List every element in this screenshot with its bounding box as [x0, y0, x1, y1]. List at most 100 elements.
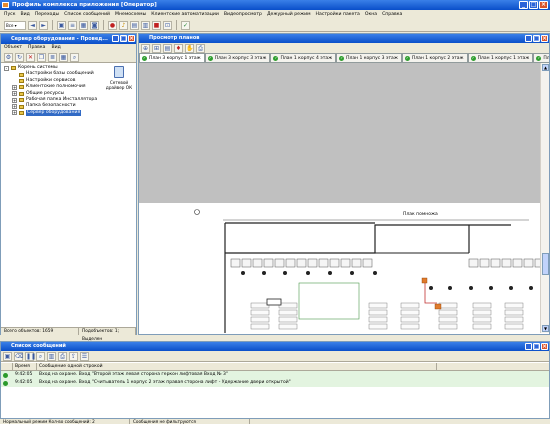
menu-view[interactable]: Вид [51, 44, 60, 52]
message-filter-icon[interactable]: ▣ [3, 351, 12, 361]
folder-icon [19, 104, 24, 109]
message-columns-icon[interactable]: ▥ [47, 351, 56, 361]
back-icon[interactable]: ◄ [28, 20, 37, 30]
menu-item-transitions[interactable]: Переходы [35, 10, 59, 19]
msg-minimize-button[interactable]: _ [525, 343, 532, 350]
menu-item-video[interactable]: Видеопросмотр [224, 10, 262, 19]
plan-desk [438, 309, 458, 316]
tile-icon[interactable]: ▤ [130, 20, 139, 30]
collapse-icon[interactable]: - [4, 65, 9, 71]
sensor-icon [529, 286, 533, 290]
col-message[interactable]: Сообщение одной строкой [37, 363, 437, 370]
server-icon[interactable]: ▣ [57, 20, 66, 30]
close-button[interactable]: × [539, 1, 548, 9]
menu-item-client-auto[interactable]: Клиентские автоматизации [151, 10, 219, 19]
plan-room [490, 258, 501, 268]
tab-plan[interactable]: ✓План 2 [533, 53, 549, 62]
main-title-bar: Профиль комплекса приложения [Оператор] … [0, 0, 550, 10]
col-status[interactable] [1, 363, 13, 370]
sensor-icon [429, 286, 433, 290]
lock-icon[interactable]: ⊡ [163, 20, 172, 30]
menu-item-view[interactable]: Вид [20, 10, 29, 19]
tab-plan[interactable]: ✓ План 1 корпус 3 этаж [336, 53, 402, 62]
plan-desk [368, 323, 388, 330]
message-pause-icon[interactable]: ❚❚ [25, 351, 36, 361]
maximize-button[interactable]: □ [529, 1, 538, 9]
refresh-icon[interactable]: ↻ [15, 52, 24, 62]
list-icon[interactable]: ≡ [68, 20, 77, 30]
panel-minimize-button[interactable]: _ [112, 35, 119, 42]
plan-close-button[interactable]: × [541, 35, 548, 42]
find-icon[interactable]: ⌕ [70, 52, 79, 62]
panel-maximize-button[interactable]: □ [120, 35, 127, 42]
menu-item-windows[interactable]: Окна [365, 10, 377, 19]
panel-close-button[interactable]: × [128, 35, 135, 42]
msg-maximize-button[interactable]: □ [533, 343, 540, 350]
tab-plan[interactable]: ✓ План 3 корпус 1 этаж [139, 53, 205, 62]
floor-plan-canvas[interactable]: Плак помножа [139, 63, 540, 333]
table-row[interactable]: 9:42:05 Вход на охране. Вход "Считыватель… [1, 379, 549, 387]
scroll-thumb[interactable] [542, 253, 549, 275]
menu-item-start[interactable]: Пуск [4, 10, 15, 19]
minimize-button[interactable]: _ [519, 1, 528, 9]
table-row[interactable]: 9:42:05 Вход на охране. Вход "Второй этаж… [1, 371, 549, 379]
mode-combo[interactable]: Все ▾ [4, 20, 26, 30]
expand-icon[interactable]: + [12, 97, 17, 103]
message-export-icon[interactable]: ⇪ [69, 351, 78, 361]
plan-vertical-scrollbar[interactable]: ▲ ▼ [540, 63, 549, 333]
menu-item-mnemo[interactable]: Мнемосхемы [115, 10, 146, 19]
tab-plan[interactable]: ✓ План 3 корпус 3 этаж [204, 53, 271, 62]
menu-item-settings[interactable]: Настройки пакета [316, 10, 360, 19]
expand-icon[interactable]: + [12, 110, 17, 116]
stop-icon[interactable]: ■ [152, 20, 161, 30]
menu-item-message-list[interactable]: Список сообщений [64, 10, 110, 19]
msg-close-button[interactable]: × [541, 343, 548, 350]
plan-maximize-button[interactable]: □ [533, 35, 540, 42]
menu-edit[interactable]: Правка [28, 44, 45, 52]
scroll-down-icon[interactable]: ▼ [542, 325, 549, 332]
tab-plan[interactable]: ✓ План 1 корпус 2 этаж [401, 53, 468, 62]
layers-icon[interactable]: ▤ [163, 43, 172, 53]
forward-icon[interactable]: ► [39, 20, 48, 30]
tab-plan[interactable]: ✓ План 1 корпус 4 этаж [270, 53, 337, 62]
expand-icon[interactable]: + [12, 91, 17, 97]
expand-icon[interactable]: + [12, 84, 17, 90]
tree-node[interactable]: + Сервер оборудования [4, 109, 104, 117]
expand-icon[interactable]: + [12, 104, 17, 110]
tab-plan-label: План 1 корпус 1 этаж [477, 55, 530, 61]
delete-icon[interactable]: ✕ [26, 52, 35, 62]
print-icon[interactable]: ⎙ [196, 43, 205, 53]
plan-icon[interactable]: ▦ [79, 20, 88, 30]
video-icon[interactable]: ◙ [90, 20, 99, 30]
plan-desk [438, 323, 458, 330]
reader-sensor-icon [434, 303, 442, 310]
plan-minimize-button[interactable]: _ [525, 35, 532, 42]
copy-icon[interactable]: ❐ [37, 52, 46, 62]
cascade-icon[interactable]: ▥ [141, 20, 150, 30]
tab-plan[interactable]: ✓ План 1 корпус 1 этаж [467, 53, 534, 62]
message-search-icon[interactable]: ⌕ [36, 351, 45, 361]
scroll-up-icon[interactable]: ▲ [542, 64, 549, 71]
alarm-icon[interactable]: ● [108, 20, 117, 30]
message-print-icon[interactable]: ⎙ [58, 351, 67, 361]
properties-icon[interactable]: ⚙ [4, 52, 13, 62]
apply-icon[interactable]: ✓ [181, 20, 190, 30]
col-time[interactable]: Время [13, 363, 37, 370]
plan-tabs: ✓ План 3 корпус 1 этаж ✓ План 3 корпус 3 эт… [139, 53, 549, 63]
menu-item-duty[interactable]: Дежурный режим [267, 10, 311, 19]
message-props-icon[interactable]: ☰ [80, 351, 89, 361]
plan-viewer-title-text: Просмотр планов [149, 35, 200, 41]
hand-icon[interactable]: ✋ [185, 43, 194, 53]
plan-desk [250, 309, 270, 316]
details-icon[interactable]: ≣ [48, 52, 57, 62]
menu-item-help[interactable]: Справка [382, 10, 402, 19]
bell-icon[interactable]: ♪ [119, 20, 128, 30]
fit-icon[interactable]: ⊞ [152, 43, 161, 53]
alarm-filter-icon[interactable]: ♦ [174, 43, 183, 53]
zoom-icon[interactable]: ⊕ [141, 43, 150, 53]
plan-desk [250, 316, 270, 323]
large-icons-icon[interactable]: ▦ [59, 52, 68, 62]
message-clear-icon[interactable]: ⌫ [14, 351, 23, 361]
network-driver-item[interactable]: Сетевой драйвер ОК [104, 66, 134, 90]
menu-object[interactable]: Объект [4, 44, 22, 52]
